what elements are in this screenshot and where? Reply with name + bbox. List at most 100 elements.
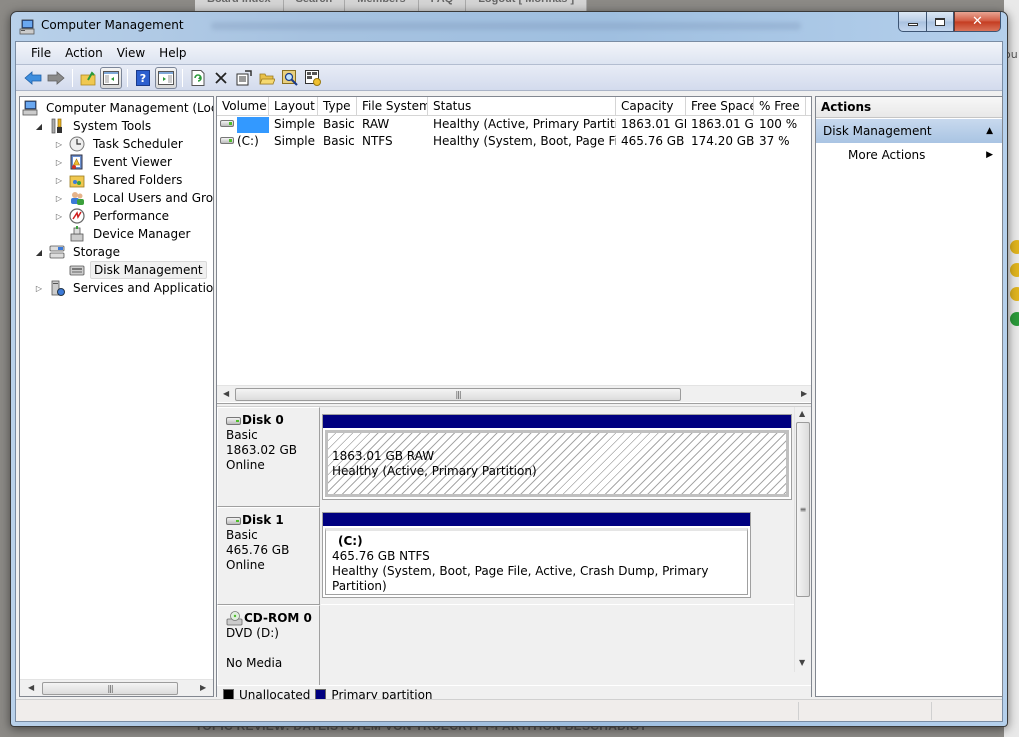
hard-disk-icon: [226, 516, 241, 525]
properties-button[interactable]: [233, 67, 255, 89]
partition-body: 1863.01 GB RAW Healthy (Active, Primary …: [325, 430, 789, 497]
background-nav-tab[interactable]: FAQ: [418, 0, 467, 11]
delete-button[interactable]: [210, 67, 232, 89]
show-hide-console-tree-icon: [103, 70, 119, 85]
partition-status: Healthy (System, Boot, Page File, Active…: [332, 564, 709, 593]
volume-cell: [217, 116, 269, 133]
tree-item-performance[interactable]: ▷ Performance: [54, 207, 172, 225]
forward-button[interactable]: [45, 67, 67, 89]
tree-item-disk-management[interactable]: Disk Management: [54, 261, 207, 279]
column-header-type[interactable]: Type: [318, 97, 357, 116]
layout-cell: Simple: [274, 117, 315, 131]
tree-item-event-viewer[interactable]: ▷ Event Viewer: [54, 153, 175, 171]
tree-item-label: Storage: [73, 245, 120, 259]
open-button[interactable]: [256, 67, 278, 89]
collapsed-arrow-icon[interactable]: ▷: [54, 176, 64, 185]
volume-list-horizontal-scrollbar[interactable]: ◀ ||| ▶: [217, 385, 811, 402]
disk-size: 465.76 GB: [226, 543, 290, 557]
close-button[interactable]: ✕: [954, 12, 1001, 32]
column-header-status[interactable]: Status: [428, 97, 616, 116]
menu-file[interactable]: File: [24, 46, 58, 60]
scroll-left-icon[interactable]: ◀: [28, 683, 34, 692]
tree-item-computer-management-local[interactable]: Computer Management (Local: [22, 99, 213, 117]
scroll-up-icon[interactable]: ▲: [799, 409, 805, 418]
background-nav-tab[interactable]: Search: [283, 0, 346, 11]
menu-view[interactable]: View: [110, 46, 152, 60]
settings-button[interactable]: [302, 67, 324, 89]
services-icon: [51, 280, 65, 296]
settings-icon: [305, 69, 321, 86]
disk-0-partition[interactable]: 1863.01 GB RAW Healthy (Active, Primary …: [322, 414, 792, 500]
actions-section-disk-management[interactable]: Disk Management ▲: [816, 119, 1002, 143]
action-more-actions[interactable]: More Actions ▶: [816, 144, 1002, 166]
scroll-right-icon[interactable]: ▶: [200, 683, 206, 692]
column-header-free-space[interactable]: Free Space: [686, 97, 754, 116]
close-icon: ✕: [972, 14, 983, 29]
up-one-level-button[interactable]: [77, 67, 99, 89]
tree-item-local-users-and-groups[interactable]: ▷ Local Users and Groups: [54, 189, 213, 207]
status-bar: [16, 699, 1002, 721]
volume-row[interactable]: Simple Basic RAW Healthy (Active, Primar…: [217, 116, 806, 133]
search-button[interactable]: [279, 67, 301, 89]
svg-text:?: ?: [140, 72, 146, 85]
column-header-percent-free[interactable]: % Free: [754, 97, 806, 116]
column-header-capacity[interactable]: Capacity: [616, 97, 686, 116]
scrollbar-thumb[interactable]: |||: [42, 682, 178, 695]
file-system-cell: RAW: [362, 117, 390, 131]
maximize-button[interactable]: [926, 12, 954, 32]
show-hide-console-tree-button[interactable]: [100, 66, 122, 89]
show-hide-action-pane-button[interactable]: [155, 66, 177, 89]
expanded-arrow-icon[interactable]: ◢: [34, 122, 44, 131]
background-nav-tab[interactable]: Logout [ Morinas ]: [466, 0, 588, 11]
status-cell: Healthy (System, Boot, Page Fil...: [433, 134, 616, 148]
refresh-button[interactable]: [187, 67, 209, 89]
users-icon: [71, 192, 84, 205]
cdrom-0-label[interactable]: CD-ROM 0 DVD (D:) No Media: [217, 605, 320, 685]
menu-help[interactable]: Help: [152, 46, 193, 60]
collapsed-arrow-icon[interactable]: ▷: [54, 194, 64, 203]
tree-item-services-and-applications[interactable]: ▷ Services and Applications: [34, 279, 213, 297]
partition-size-fs: 465.76 GB NTFS: [332, 549, 430, 563]
disk-state: No Media: [226, 656, 283, 670]
column-header-layout[interactable]: Layout: [269, 97, 318, 116]
disk-view-vertical-scrollbar[interactable]: ▲ ≡ ▼: [794, 407, 811, 672]
help-button[interactable]: ?: [132, 67, 154, 89]
status-bar-divider: [798, 702, 799, 720]
column-header-file-system[interactable]: File System: [357, 97, 428, 116]
disk-1-partition[interactable]: (C:) 465.76 GB NTFS Healthy (System, Boo…: [322, 512, 751, 598]
collapsed-arrow-icon[interactable]: ▷: [54, 212, 64, 221]
tree-item-system-tools[interactable]: ◢ System Tools: [34, 117, 154, 135]
title-bar[interactable]: Computer Management ✕: [11, 12, 1007, 41]
refresh-icon: [191, 69, 205, 86]
column-header-volume[interactable]: Volume: [217, 97, 269, 116]
back-button[interactable]: [22, 67, 44, 89]
disk-0-label[interactable]: Disk 0 Basic 1863.02 GB Online: [217, 407, 320, 507]
scrollbar-thumb[interactable]: |||: [235, 388, 681, 401]
disk-state: Online: [226, 558, 265, 572]
tree-item-storage[interactable]: ◢ Storage: [34, 243, 123, 261]
free-space-cell: 174.20 GB: [691, 134, 754, 148]
expanded-arrow-icon[interactable]: ◢: [34, 248, 44, 257]
tree-item-task-scheduler[interactable]: ▷ Task Scheduler: [54, 135, 186, 153]
search-icon: [282, 69, 298, 86]
tree-item-shared-folders[interactable]: ▷ Shared Folders: [54, 171, 185, 189]
volume-row[interactable]: (C:) Simple Basic NTFS Healthy (System, …: [217, 133, 806, 150]
scroll-down-icon[interactable]: ▼: [799, 658, 805, 667]
computer-management-window: Computer Management ✕ File Action View H…: [10, 11, 1008, 727]
collapse-icon[interactable]: ▲: [986, 119, 993, 143]
collapsed-arrow-icon[interactable]: ▷: [54, 140, 64, 149]
collapsed-arrow-icon[interactable]: ▷: [54, 158, 64, 167]
disk-1-label[interactable]: Disk 1 Basic 465.76 GB Online: [217, 507, 320, 605]
background-nav-tab[interactable]: Members: [345, 0, 419, 11]
tree-horizontal-scrollbar[interactable]: ◀ ||| ▶: [20, 679, 213, 696]
scroll-left-icon[interactable]: ◀: [223, 389, 229, 398]
maximize-icon: [935, 17, 945, 26]
tree-item-device-manager[interactable]: Device Manager: [54, 225, 193, 243]
scroll-right-icon[interactable]: ▶: [801, 389, 807, 398]
menu-action[interactable]: Action: [58, 46, 110, 60]
background-nav-tab[interactable]: Board index: [195, 0, 284, 11]
collapsed-arrow-icon[interactable]: ▷: [34, 284, 44, 293]
scrollbar-thumb[interactable]: ≡: [796, 422, 810, 597]
tree-item-label: Event Viewer: [93, 155, 172, 169]
minimize-button[interactable]: [898, 12, 926, 32]
